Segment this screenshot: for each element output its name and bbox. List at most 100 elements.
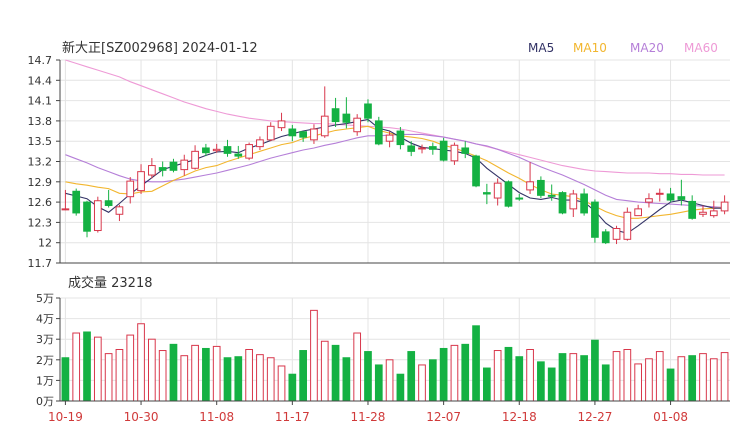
candle-body-down [342,113,351,123]
volume-bar-up [266,357,275,402]
candle-body-down [461,147,470,154]
candle-body-up [385,134,394,142]
volume-bar-down [580,355,588,402]
candle-body-down [688,200,697,219]
candle-body-up [61,208,70,211]
candle [374,116,383,146]
candle [601,229,610,245]
candle-body-down [104,200,113,206]
candle [699,205,707,217]
volume-bar-up [93,336,102,402]
volume-bar-up [720,352,729,402]
candle-body-down [666,193,675,201]
volume-bar-up [158,350,167,402]
volume-bar-down [537,361,545,402]
volume-bar-down [169,343,178,402]
date-tick-label: 12-27 [577,410,612,424]
volume-bar-up [612,351,621,402]
candle-body-up [277,120,286,129]
volume-bar-down [428,359,437,402]
candle-body-down [72,190,81,214]
candle [407,141,416,157]
volume-bar-down [461,343,470,402]
candle [558,191,567,215]
price-tick-label: 13.8 [28,115,53,128]
candle-body-up [256,139,264,148]
date-x-axis: 10-19 10-30 11-08 11-17 11-28 12-07 12-18 12-27… [48,401,688,424]
candle [364,99,372,123]
volume-bar-up [310,309,318,402]
candle-body-up [137,171,145,192]
price-tick-label: 12.9 [28,176,53,189]
volume-bar-up [655,351,664,402]
candle-body-down [558,192,567,214]
legend-item-ma10: MA10 [573,41,607,55]
candle-body-up [148,165,156,176]
volume-bar-down [396,373,405,402]
candle [612,225,621,245]
candle [537,176,545,199]
candle-body-down [407,145,416,152]
candle-body-up [310,128,318,141]
volume-bar-down [472,325,480,402]
candle-body-down [158,167,167,171]
candle-body-up [645,198,653,203]
candle-body-down [396,130,405,146]
date-tick-label: 10-19 [48,410,83,424]
volume-bar-up [115,349,124,402]
candle [666,187,675,203]
candle-body-down [547,194,556,197]
candle-body-up [418,147,426,150]
candle [266,122,275,142]
volume-bar-up [148,338,156,402]
volume-tick-label: 0万 [36,395,54,408]
candle-body-up [569,193,578,210]
date-tick-label: 10-30 [124,410,159,424]
volume-y-axis: 5万 4万 3万 2万 1万 0万 [36,292,60,408]
date-tick-label: 12-18 [502,410,537,424]
candle-body-down [288,128,297,137]
candle [580,188,588,216]
price-tick-label: 14.1 [28,95,53,108]
candle [720,195,729,215]
candle [515,193,524,201]
volume-tick-label: 1万 [36,374,54,387]
volume-bar-down [601,364,610,402]
volume-bar-up [256,354,264,402]
price-tick-label: 12.3 [28,216,53,229]
volume-bar-down [83,331,91,402]
candle [245,142,253,161]
price-tick-label: 11.7 [28,257,53,270]
volume-bar-up [493,350,502,402]
candle [623,207,632,241]
volume-bar-down [374,364,383,402]
candle-body-up [634,208,642,217]
candle-body-up [115,206,124,215]
candle-body-up [191,150,199,169]
candle [277,112,286,132]
candle [72,188,81,216]
ma20-line [65,133,725,209]
candle [472,154,480,188]
candle [591,199,599,243]
volume-bar-up [245,349,253,402]
date-tick-label: 11-28 [351,410,386,424]
candle-body-down [515,197,524,200]
volume-bar-up [385,359,394,402]
candle-body-down [601,231,610,244]
volume-bar-up [450,344,459,402]
volume-bar-down [342,357,351,402]
candle [396,126,405,150]
candle-body-down [472,155,480,187]
volume-bar-down [288,373,297,402]
volume-bar-up [104,353,113,402]
candle [115,204,124,222]
date-tick-label: 11-08 [199,410,234,424]
volume-bar-up [623,349,632,402]
ma60-line [65,59,725,176]
candle [169,158,178,173]
volume-bar-down [61,357,70,402]
volume-tick-label: 3万 [36,333,54,346]
volume-bar-down [331,344,340,402]
candle [299,131,307,142]
